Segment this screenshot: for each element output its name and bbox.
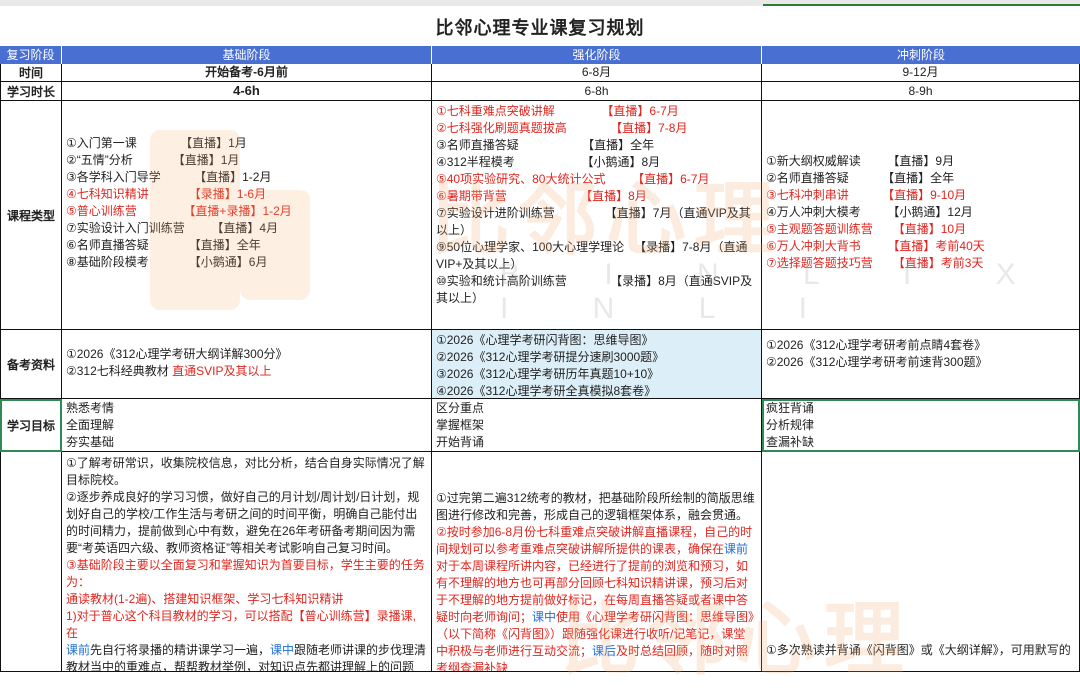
materials-label[interactable]: 备考资料 bbox=[0, 330, 62, 399]
course-sprint-item: ④万人冲刺大模考 【小鹅通】12月 bbox=[766, 205, 973, 219]
duration-sprint[interactable]: 8-9h bbox=[762, 82, 1080, 101]
goals-sprint-item: 分析规律 bbox=[766, 418, 815, 432]
course-strengthen-cell[interactable]: ①七科重难点突破讲解 【直播】6-7月 ②七科强化刷题真题拔高 【直播】7-8月… bbox=[432, 101, 762, 330]
course-sprint-item: ⑦选择题答题技巧营 【直播】考前3天 bbox=[766, 256, 984, 270]
course-sprint-item: ⑤主观题答题训练营 【直播】10月 bbox=[766, 222, 967, 236]
plan-strengthen-cell[interactable]: ①过完第二遍312统考的教材，把基础阶段所绘制的简版思维图进行修改和完善，形成自… bbox=[432, 452, 762, 672]
course-strengthen-item: ①七科重难点突破讲解 【直播】6-7月 bbox=[436, 104, 679, 118]
spreadsheet-top-strip bbox=[0, 0, 1080, 6]
course-basic-item: ①入门第一课 【直播】1月 bbox=[66, 136, 247, 150]
plan-label-cell[interactable] bbox=[0, 452, 62, 672]
goals-sprint-item: 查漏补缺 bbox=[766, 435, 815, 449]
selection-indicator bbox=[763, 4, 1080, 6]
course-basic-cell[interactable]: ①入门第一课 【直播】1月 ②“五情”分析 【直播】1月 ③各学科入门导学 【直… bbox=[62, 101, 432, 330]
course-strengthen-item: VIP+及其以上） bbox=[436, 257, 523, 271]
time-sprint[interactable]: 9-12月 bbox=[762, 64, 1080, 82]
course-basic-item: ⑤普心训练营 【直播+录播】1-2月 bbox=[66, 204, 292, 218]
course-strengthen-item: 其以上） bbox=[436, 291, 485, 305]
course-strengthen-item: ④312半程模考 【小鹅通】8月 bbox=[436, 155, 661, 169]
course-strengthen-item: ⑩实验和统计高阶训练营 【录播】8月（直通SVIP及 bbox=[436, 274, 753, 288]
materials-strengthen-item: ①2026《心理学考研闪背图：思维导图》 bbox=[436, 333, 654, 347]
plan-basic-cell[interactable]: ①了解考研常识，收集院校信息，对比分析，结合自身实际情况了解目标院校。 ②逐步养… bbox=[62, 452, 432, 672]
course-sprint-item: ②名师直播答疑 【直播】全年 bbox=[766, 171, 955, 185]
plan-strengthen-highlight: 课前 bbox=[724, 542, 749, 556]
goals-basic-item: 夯实基础 bbox=[66, 435, 115, 449]
plan-strengthen-para: ①过完第二遍312统考的教材，把基础阶段所绘制的简版思维图进行修改和完善，形成自… bbox=[436, 491, 755, 522]
materials-sprint-item: ①2026《312心理学考研考前点睛4套卷》 bbox=[766, 338, 987, 352]
course-sprint-cell[interactable]: ①新大纲权威解读 【直播】9月 ②名师直播答疑 【直播】全年 ③七科冲刺串讲 【… bbox=[762, 101, 1080, 330]
plan-basic-para: ①了解考研常识，收集院校信息，对比分析，结合自身实际情况了解目标院校。 bbox=[66, 456, 425, 487]
materials-strengthen-item: ③2026《312心理学考研历年真题10+10》 bbox=[436, 367, 660, 381]
goals-basic-cell[interactable]: 熟悉考情 全面理解 夯实基础 bbox=[62, 399, 432, 452]
materials-basic-note: 直通SVIP及其以上 bbox=[172, 364, 272, 378]
course-basic-item: ②“五情”分析 【直播】1月 bbox=[66, 153, 240, 167]
plan-strengthen-text: ②按时参加6-8月份七科重难点突破讲解直播课程，自己的时间规划可以参考重难点突破… bbox=[436, 525, 753, 556]
course-strengthen-item: ③名师直播答疑 【直播】全年 bbox=[436, 138, 655, 152]
plan-basic-para: 1)对于普心这个科目教材的学习，可以搭配【普心训练营】录播课,在 课前先自行将录播… bbox=[66, 608, 427, 671]
materials-strengthen-item: ④2026《312心理学考研全真模拟8套卷》 bbox=[436, 384, 657, 398]
materials-basic-item: ②312七科经典教材 直通SVIP及其以上 bbox=[66, 363, 427, 380]
plan-basic-para: ②逐步养成良好的学习习惯，做好自己的月计划/周计划/日计划，规划好自己的学校/工… bbox=[66, 490, 420, 555]
goals-strengthen-item: 掌握框架 bbox=[436, 418, 485, 432]
course-sprint-item: ③七科冲刺串讲 【直播】9-10月 bbox=[766, 188, 967, 202]
materials-basic-text: ②312七科经典教材 bbox=[66, 364, 173, 378]
course-basic-item: ③各学科入门导学 【直播】1-2月 bbox=[66, 170, 272, 184]
duration-label[interactable]: 学习时长 bbox=[0, 82, 62, 101]
goals-label[interactable]: 学习目标 bbox=[0, 399, 62, 452]
goals-strengthen-item: 开始背诵 bbox=[436, 435, 485, 449]
materials-sprint-cell[interactable]: ①2026《312心理学考研考前点睛4套卷》 ②2026《312心理学考研考前速… bbox=[762, 330, 1080, 399]
goals-strengthen-cell[interactable]: 区分重点 掌握框架 开始背诵 bbox=[432, 399, 762, 452]
course-basic-item: ④七科知识精讲 【录播】1-6月 bbox=[66, 187, 267, 201]
header-sprint[interactable]: 冲刺阶段 bbox=[762, 46, 1080, 64]
goals-sprint-cell[interactable]: 疯狂背诵 分析规律 查漏补缺 bbox=[762, 399, 1080, 452]
duration-basic[interactable]: 4-6h bbox=[62, 82, 432, 101]
plan-basic-text: 1)对于普心这个科目教材的学习，可以搭配【普心训练营】录播课,在 bbox=[66, 609, 417, 640]
course-strengthen-item: ⑤40项实验研究、80大统计公式 【直播】6-7月 bbox=[436, 172, 710, 186]
course-strengthen-item: ⑨50位心理学家、100大心理学理论 【录播】7-8月（直通 bbox=[436, 240, 748, 254]
goals-basic-item: 全面理解 bbox=[66, 418, 115, 432]
page-title: 比邻心理专业课复习规划 bbox=[435, 18, 645, 38]
time-basic[interactable]: 开始备考-6月前 bbox=[62, 64, 432, 82]
plan-strengthen-highlight: 课后 bbox=[592, 644, 617, 658]
materials-strengthen-cell[interactable]: ①2026《心理学考研闪背图：思维导图》 ②2026《312心理学考研提分速刷3… bbox=[432, 330, 762, 399]
time-strengthen[interactable]: 6-8月 bbox=[432, 64, 762, 82]
duration-strengthen[interactable]: 6-8h bbox=[432, 82, 762, 101]
plan-basic-para: ③基础阶段主要以全面复习和掌握知识为首要目标，学生主要的任务为： bbox=[66, 558, 425, 589]
plan-sprint-para: ①多次熟读并背诵《闪背图》或《大纲详解》，可用默写的 bbox=[766, 643, 1071, 657]
header-strengthen[interactable]: 强化阶段 bbox=[432, 46, 762, 64]
goals-basic-item: 熟悉考情 bbox=[66, 401, 115, 415]
time-label[interactable]: 时间 bbox=[0, 64, 62, 82]
materials-basic-cell[interactable]: ①2026《312心理学考研大纲详解300分》 ②312七科经典教材 直通SVI… bbox=[62, 330, 432, 399]
course-basic-item: ⑥名师直播答疑 【直播】全年 bbox=[66, 238, 261, 252]
materials-strengthen-item: ②2026《312心理学考研提分速刷3000题》 bbox=[436, 350, 665, 364]
course-strengthen-item: ⑥暑期带背营 【直播】8月 bbox=[436, 189, 647, 203]
plan-sprint-cell[interactable]: ①多次熟读并背诵《闪背图》或《大纲详解》，可用默写的 bbox=[762, 452, 1080, 672]
header-basic[interactable]: 基础阶段 bbox=[62, 46, 432, 64]
plan-strengthen-highlight: 课中 bbox=[532, 610, 557, 624]
course-strengthen-item: ②七科强化刷题真题拔高 【直播】7-8月 bbox=[436, 121, 688, 135]
course-sprint-item: ①新大纲权威解读 【直播】9月 bbox=[766, 154, 955, 168]
course-basic-item: ⑦实验设计入门训练营 【直播】4月 bbox=[66, 221, 279, 235]
header-stage[interactable]: 复习阶段 bbox=[0, 46, 62, 64]
course-sprint-item: ⑥万人冲刺大背书 【直播】考前40天 bbox=[766, 239, 985, 253]
materials-sprint-item: ②2026《312心理学考研考前速背300题》 bbox=[766, 355, 988, 369]
plan-strengthen-para: ②按时参加6-8月份七科重难点突破讲解直播课程，自己的时间规划可以参考重难点突破… bbox=[436, 524, 757, 671]
goals-sprint-item: 疯狂背诵 bbox=[766, 401, 815, 415]
course-strengthen-item: ⑦实验设计进阶训练营 【直播】7月（直通VIP及其 bbox=[436, 206, 751, 220]
goals-strengthen-item: 区分重点 bbox=[436, 401, 485, 415]
course-type-label[interactable]: 课程类型 bbox=[0, 101, 62, 330]
materials-basic-item: ①2026《312心理学考研大纲详解300分》 bbox=[66, 347, 288, 361]
plan-basic-para: 通读教材(1-2遍)、搭建知识框架、学习七科知识精讲 bbox=[66, 592, 344, 606]
course-strengthen-item: 以上） bbox=[436, 223, 473, 237]
course-basic-item: ⑧基础阶段模考 【小鹅通】6月 bbox=[66, 255, 268, 269]
